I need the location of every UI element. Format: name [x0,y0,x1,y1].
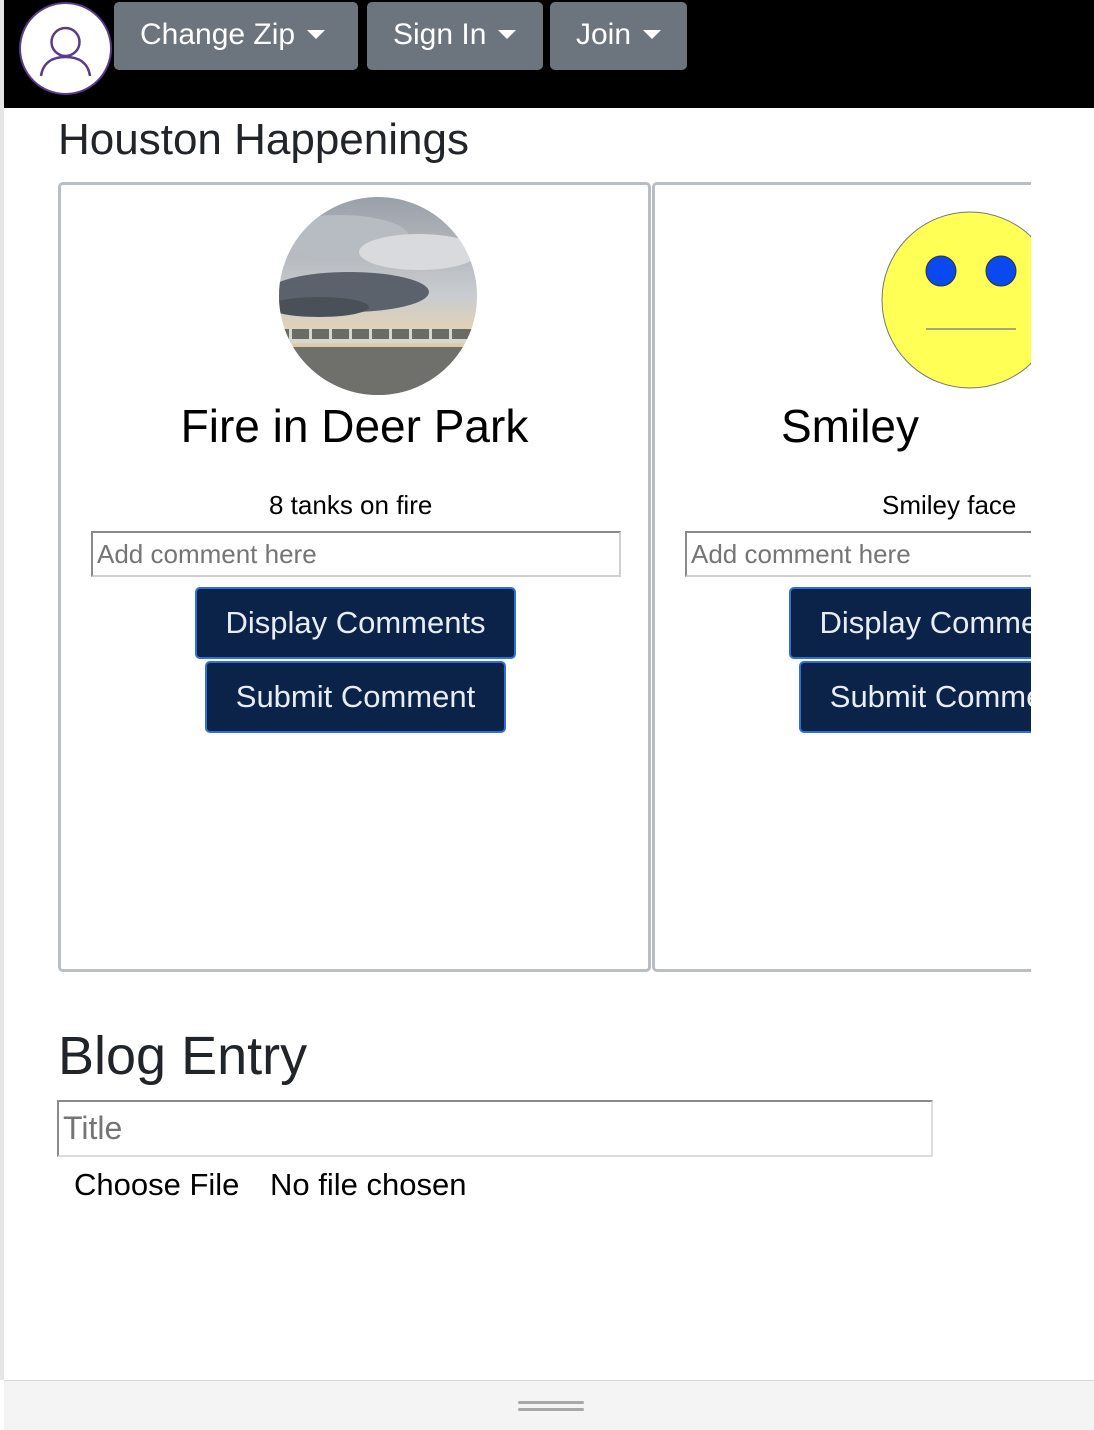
comment-input[interactable] [685,531,1031,577]
card-title: Fire in Deer Park [180,400,529,452]
dropdown-caret-icon [498,30,517,39]
file-picker: Choose File No file chosen [74,1164,467,1206]
cards-carousel: Fire in Deer Park 8 tanks on fire Displa… [0,180,1031,980]
sign-in-dropdown[interactable]: Sign In [367,2,543,70]
change-zip-dropdown[interactable]: Change Zip [114,2,358,70]
sign-in-label: Sign In [393,18,487,51]
submit-comment-button[interactable]: Submit Comment [799,661,1031,733]
join-dropdown[interactable]: Join [550,2,687,70]
resize-grip-icon[interactable] [518,1408,584,1411]
display-comments-button[interactable]: Display Comments [195,587,516,659]
card-description: 8 tanks on fire [269,490,433,520]
happening-card: Fire in Deer Park 8 tanks on fire Displa… [58,182,651,972]
happening-card: Smiley Smiley face Display Comments Subm… [652,182,1031,972]
card-description: Smiley face [882,490,1017,520]
section-title: Houston Happenings [58,115,469,164]
dropdown-caret-icon [643,30,662,39]
display-comments-button[interactable]: Display Comments [789,587,1031,659]
smiley-face-icon [880,210,1031,390]
bottom-resize-bar [4,1380,1094,1430]
choose-file-button[interactable]: Choose File [74,1167,239,1202]
change-zip-label: Change Zip [140,18,296,51]
join-label: Join [576,18,632,51]
blog-title-input[interactable] [57,1100,933,1157]
user-avatar-icon[interactable] [19,2,112,95]
blog-entry-title: Blog Entry [58,1026,308,1086]
top-navbar: Change Zip Sign In Join [4,0,1094,108]
card-title: Smiley [780,400,920,452]
comment-input[interactable] [91,531,621,577]
resize-grip-icon[interactable] [518,1401,584,1404]
card-photo [279,197,477,395]
dropdown-caret-icon [307,30,326,39]
file-status: No file chosen [270,1167,467,1202]
submit-comment-button[interactable]: Submit Comment [205,661,506,733]
